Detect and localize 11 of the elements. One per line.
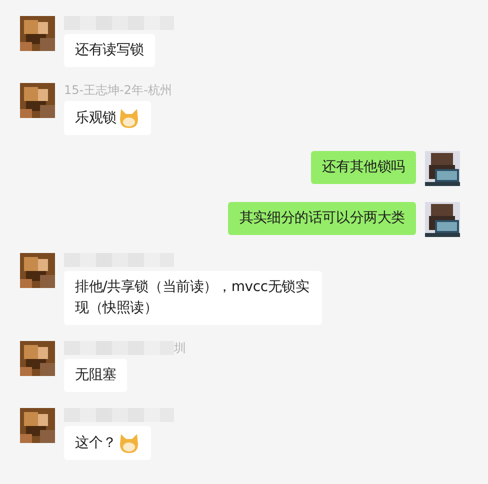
message-bubble: 排他/共享锁（当前读），mvcc无锁实现（快照读）: [64, 271, 322, 325]
sender-name: 15-王志坤-2年-杭州: [64, 82, 172, 98]
message-bubble: 无阻塞: [64, 359, 128, 392]
emoji-icon: [118, 107, 140, 129]
message-bubble: 还有其他锁吗: [311, 151, 416, 184]
message-bubble: 乐观锁: [64, 101, 152, 135]
message-bubble: 其实细分的话可以分两大类: [228, 202, 416, 235]
message-bubble: 还有读写锁: [64, 34, 156, 67]
sender-name: 圳: [174, 340, 186, 356]
emoji-icon: [118, 432, 140, 454]
message-bubble: 这个？: [64, 426, 152, 460]
